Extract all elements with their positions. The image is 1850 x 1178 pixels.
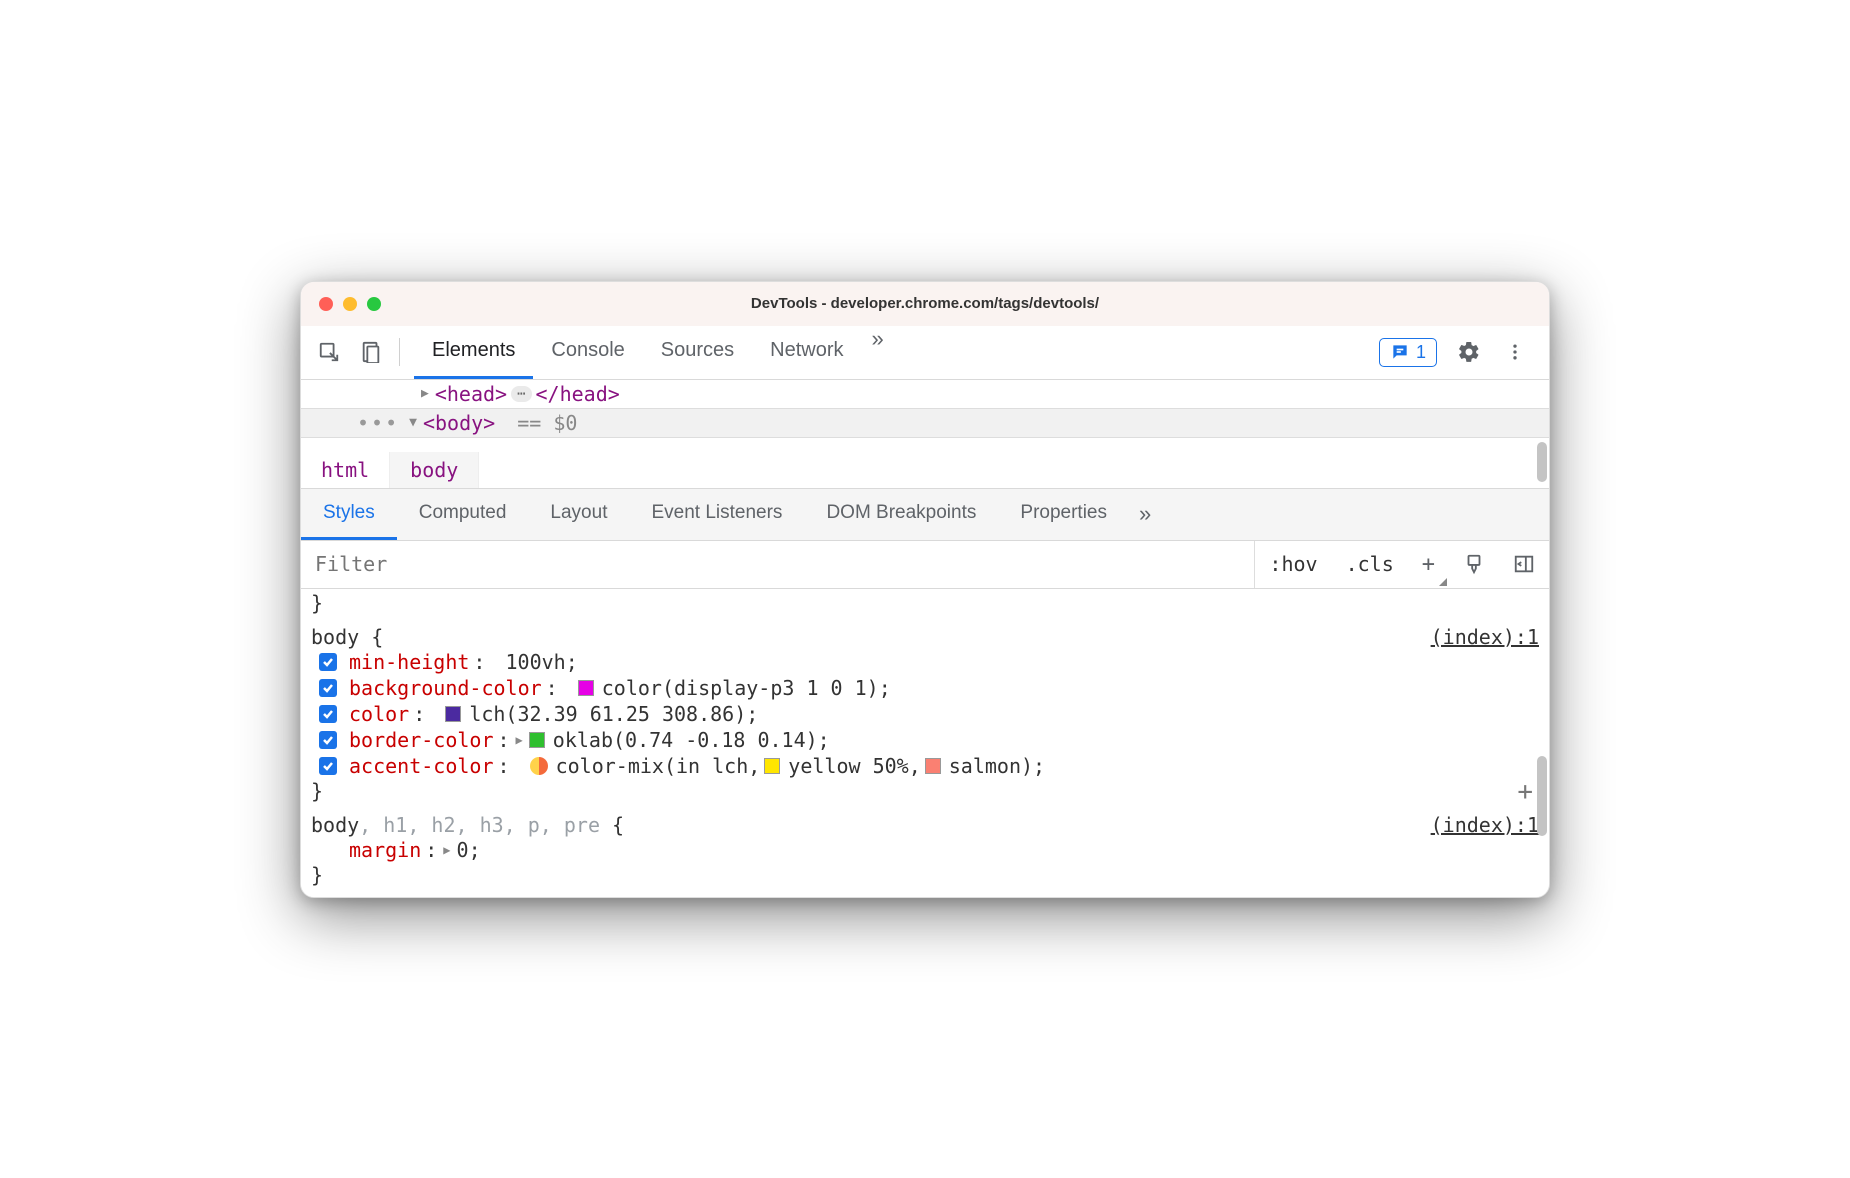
window-title: DevTools - developer.chrome.com/tags/dev… bbox=[301, 295, 1549, 312]
more-menu-icon[interactable] bbox=[1501, 338, 1529, 366]
css-rule-margin-reset: body, h1, h2, h3, p, pre { (index):1 mar… bbox=[311, 813, 1539, 887]
row-actions-dots[interactable]: ••• bbox=[357, 411, 399, 435]
console-reference: == $0 bbox=[517, 411, 577, 435]
collapse-triangle-icon[interactable]: ▼ bbox=[409, 415, 417, 430]
head-open-tag: <head> bbox=[435, 382, 507, 406]
color-swatch-icon[interactable] bbox=[925, 758, 941, 774]
dom-tree[interactable]: ▶ <head> ⋯ </head> ••• ▼ <body> == $0 bbox=[301, 380, 1549, 452]
dom-scrollbar-thumb[interactable] bbox=[1537, 442, 1547, 482]
head-close-tag: </head> bbox=[536, 382, 620, 406]
subtabs-overflow[interactable]: » bbox=[1129, 501, 1161, 527]
property-value[interactable]: 100vh; bbox=[506, 650, 578, 674]
tab-elements[interactable]: Elements bbox=[414, 326, 533, 379]
device-toolbar-icon[interactable] bbox=[357, 338, 385, 366]
decl-margin[interactable]: margin: ▶ 0; bbox=[311, 837, 1539, 863]
tab-sources[interactable]: Sources bbox=[643, 326, 752, 379]
property-name[interactable]: background-color bbox=[349, 676, 542, 700]
property-name[interactable]: color bbox=[349, 702, 409, 726]
property-value[interactable]: lch(32.39 61.25 308.86); bbox=[469, 702, 758, 726]
rule-close-brace: } bbox=[311, 779, 1539, 803]
settings-icon[interactable] bbox=[1455, 338, 1483, 366]
expand-shorthand-icon[interactable]: ▶ bbox=[516, 733, 523, 747]
rule-close-brace: } bbox=[311, 863, 1539, 887]
crumb-body[interactable]: body bbox=[390, 452, 479, 488]
property-name[interactable]: min-height bbox=[349, 650, 469, 674]
subtab-layout[interactable]: Layout bbox=[528, 489, 629, 540]
decl-background-color[interactable]: background-color: color(display-p3 1 0 1… bbox=[311, 675, 1539, 701]
inspect-element-icon[interactable] bbox=[315, 338, 343, 366]
mix-arg-b[interactable]: salmon); bbox=[949, 754, 1045, 778]
color-swatch-icon[interactable] bbox=[529, 732, 545, 748]
property-toggle-checkbox[interactable] bbox=[319, 731, 337, 749]
sidebar-tabs: Styles Computed Layout Event Listeners D… bbox=[301, 489, 1549, 541]
property-value[interactable]: color(display-p3 1 0 1); bbox=[602, 676, 891, 700]
add-declaration-button[interactable]: + bbox=[1517, 777, 1533, 807]
subtab-event-listeners[interactable]: Event Listeners bbox=[629, 489, 804, 540]
collapsed-content-icon[interactable]: ⋯ bbox=[511, 386, 531, 402]
property-toggle-checkbox[interactable] bbox=[319, 679, 337, 697]
property-name[interactable]: margin bbox=[349, 838, 421, 862]
styles-filter-input[interactable] bbox=[301, 541, 1255, 588]
main-toolbar: Elements Console Sources Network » 1 bbox=[301, 326, 1549, 380]
decl-color[interactable]: color: lch(32.39 61.25 308.86); bbox=[311, 701, 1539, 727]
tab-network[interactable]: Network bbox=[752, 326, 861, 379]
subtab-styles[interactable]: Styles bbox=[301, 489, 397, 540]
color-swatch-icon[interactable] bbox=[445, 706, 461, 722]
css-rule-body: body { (index):1 min-height: 100vh; back… bbox=[311, 625, 1539, 803]
main-tabs: Elements Console Sources Network » bbox=[414, 326, 894, 379]
maximize-window-button[interactable] bbox=[367, 297, 381, 311]
styles-pane: } body { (index):1 min-height: 100vh; ba… bbox=[301, 589, 1549, 897]
dom-breadcrumb: html body bbox=[301, 452, 1549, 489]
new-style-rule-button[interactable]: + bbox=[1408, 541, 1449, 588]
expand-triangle-icon[interactable]: ▶ bbox=[421, 386, 429, 401]
expand-shorthand-icon[interactable]: ▶ bbox=[443, 843, 450, 857]
issues-count: 1 bbox=[1416, 342, 1426, 363]
property-name[interactable]: accent-color bbox=[349, 754, 494, 778]
property-value-prefix[interactable]: color-mix(in lch, bbox=[556, 754, 761, 778]
dom-node-body-selected[interactable]: ••• ▼ <body> == $0 bbox=[301, 408, 1549, 438]
color-swatch-icon[interactable] bbox=[764, 758, 780, 774]
property-value[interactable]: oklab(0.74 -0.18 0.14); bbox=[553, 728, 830, 752]
rule-selector[interactable]: body { bbox=[311, 625, 383, 649]
subtab-dom-breakpoints[interactable]: DOM Breakpoints bbox=[804, 489, 998, 540]
decl-border-color[interactable]: border-color: ▶ oklab(0.74 -0.18 0.14); bbox=[311, 727, 1539, 753]
issues-icon bbox=[1390, 342, 1410, 362]
mix-arg-a[interactable]: yellow 50%, bbox=[788, 754, 920, 778]
color-swatch-icon[interactable] bbox=[578, 680, 594, 696]
main-tabs-overflow[interactable]: » bbox=[862, 326, 894, 379]
styles-toolbar: :hov .cls + bbox=[301, 541, 1549, 589]
body-open-tag: <body> bbox=[423, 411, 495, 435]
subtab-properties[interactable]: Properties bbox=[998, 489, 1129, 540]
separator bbox=[399, 338, 400, 366]
minimize-window-button[interactable] bbox=[343, 297, 357, 311]
rule-selector[interactable]: body, h1, h2, h3, p, pre { bbox=[311, 813, 624, 837]
decl-accent-color[interactable]: accent-color: color-mix(in lch, yellow 5… bbox=[311, 753, 1539, 779]
styles-scrollbar-thumb[interactable] bbox=[1537, 756, 1547, 836]
property-toggle-checkbox[interactable] bbox=[319, 705, 337, 723]
traffic-lights bbox=[301, 297, 381, 311]
prev-rule-close-brace: } bbox=[311, 591, 1539, 615]
property-toggle-checkbox[interactable] bbox=[319, 653, 337, 671]
crumb-html[interactable]: html bbox=[301, 452, 390, 488]
rule-source-link[interactable]: (index):1 bbox=[1431, 625, 1539, 649]
tab-console[interactable]: Console bbox=[533, 326, 642, 379]
titlebar: DevTools - developer.chrome.com/tags/dev… bbox=[301, 282, 1549, 326]
toggle-class-button[interactable]: .cls bbox=[1332, 541, 1408, 588]
toggle-hover-button[interactable]: :hov bbox=[1255, 541, 1331, 588]
devtools-window: DevTools - developer.chrome.com/tags/dev… bbox=[300, 281, 1550, 898]
paint-flashing-icon[interactable] bbox=[1449, 541, 1499, 588]
property-value[interactable]: 0; bbox=[457, 838, 481, 862]
close-window-button[interactable] bbox=[319, 297, 333, 311]
subtab-computed[interactable]: Computed bbox=[397, 489, 529, 540]
issues-counter[interactable]: 1 bbox=[1379, 338, 1437, 367]
color-mix-swatch-icon[interactable] bbox=[530, 757, 548, 775]
computed-sidebar-toggle-icon[interactable] bbox=[1499, 541, 1549, 588]
property-toggle-checkbox[interactable] bbox=[319, 757, 337, 775]
property-name[interactable]: border-color bbox=[349, 728, 494, 752]
dom-node-head[interactable]: ▶ <head> ⋯ </head> bbox=[301, 380, 1549, 408]
decl-min-height[interactable]: min-height: 100vh; bbox=[311, 649, 1539, 675]
rule-source-link[interactable]: (index):1 bbox=[1431, 813, 1539, 837]
